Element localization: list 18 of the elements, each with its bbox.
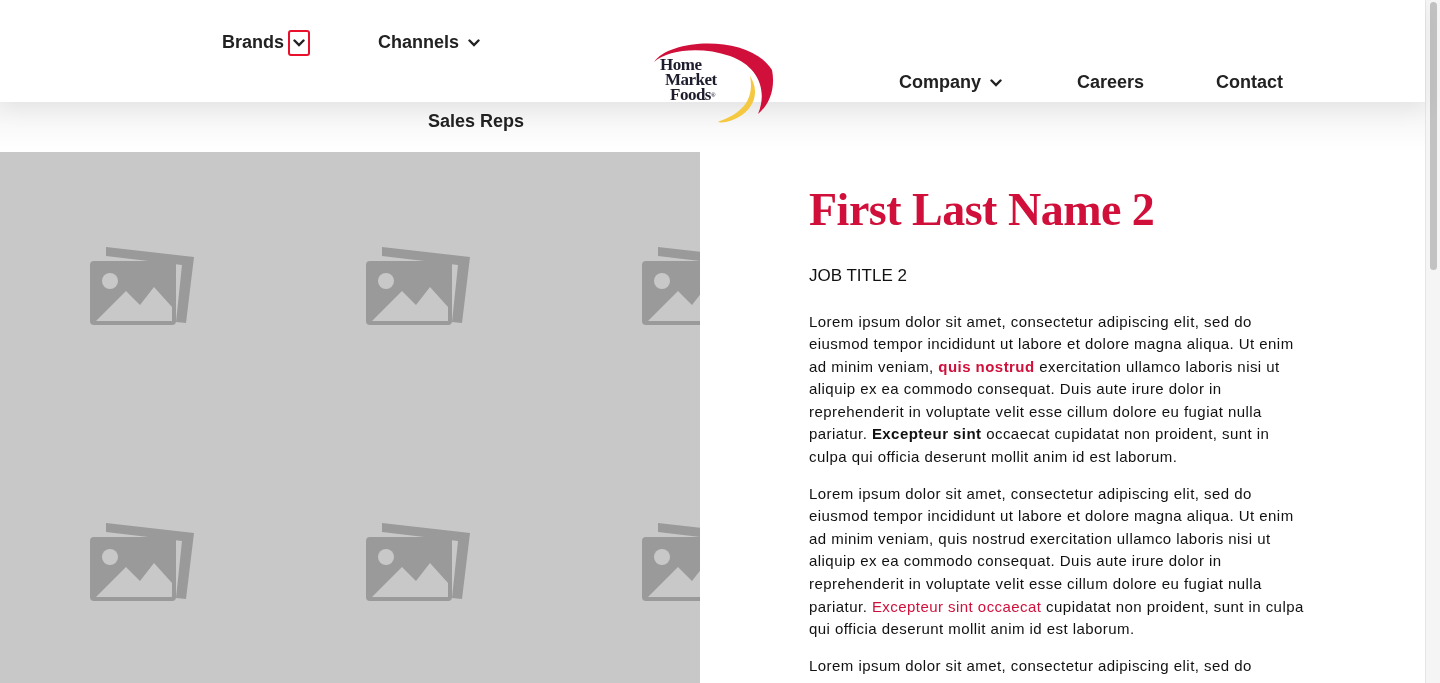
nav-link[interactable]: Careers [1075, 67, 1147, 98]
text-link[interactable]: Excepteur sint occaecat [871, 597, 1042, 615]
logo-text: Home [660, 57, 702, 72]
chevron-down-icon[interactable] [288, 29, 310, 56]
nav-link[interactable]: Company [897, 67, 983, 98]
scrollbar[interactable] [1425, 0, 1440, 683]
submenu-link[interactable]: Sales Reps [428, 111, 525, 131]
person-name: First Last Name 2 [809, 184, 1156, 236]
body-paragraph: Lorem ipsum dolor sit amet, consectetur adipiscing elit, sed do [809, 655, 1253, 676]
nav-link[interactable]: Contact [1214, 67, 1286, 98]
body-paragraph: Lorem ipsum dolor sit amet, consectetur adipiscing elit, sed do eiusmod tempor incididunt ut labore et dolore magna aliqua. Ut enim ad minim veniam, quis nostrud exercitation ullamco laboris nisi ut aliquip ex ea commodo consequat. Duis aute irure dolor in reprehenderit in voluptate velit esse cillum dolore eu fugiat nulla pariatur. Excepteur sint occaecat cupidatat non proident, sunt in culpa qui officia deserunt mollit anim id est laborum. [809, 311, 1295, 468]
nav-link[interactable]: Channels [376, 27, 462, 58]
job-title: JOB TITLE 2 [809, 265, 908, 287]
logo-text: Foods$^{®}$ [669, 87, 717, 102]
text-link[interactable]: quis nostrud [938, 357, 1035, 375]
logo-text: Market [664, 72, 717, 87]
body-paragraph: Lorem ipsum dolor sit amet, consectetur adipiscing elit, sed do eiusmod tempor incididunt ut labore et dolore magna aliqua. Ut enim ad minim veniam, quis nostrud exercitation ullamco laboris nisi ut aliquip ex ea commodo consequat. Duis aute irure dolor in reprehenderit in voluptate velit esse cillum dolore eu fugiat nulla pariatur. Excepteur sint occaecat cupidatat non proident, sunt in culpa qui officia deserunt mollit anim id est laborum. [809, 483, 1305, 640]
nav-link[interactable]: Brands [220, 27, 286, 58]
